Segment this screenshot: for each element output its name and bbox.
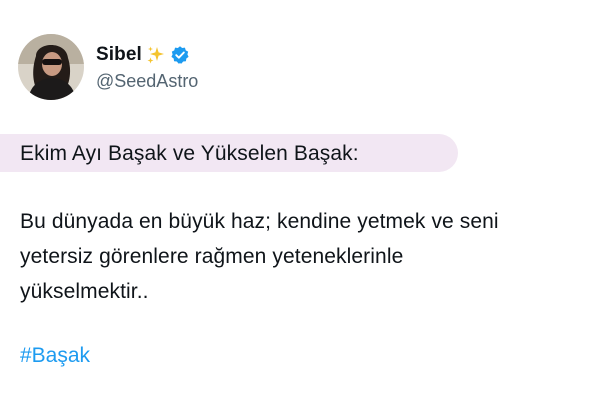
avatar[interactable] [18,34,84,100]
avatar-image [18,34,84,100]
verified-badge-icon[interactable] [170,45,190,65]
user-handle[interactable]: @SeedAstro [96,71,198,92]
tweet-header: Sibel @SeedAstro [18,34,198,100]
tweet-body-line-2: yetersiz görenlere rağmen yeteneklerinle [20,245,404,268]
tweet-body-line-1: Bu dünyada en büyük haz; kendine yetmek … [20,210,499,233]
hashtag-link[interactable]: #Başak [20,344,90,368]
user-names: Sibel @SeedAstro [96,43,198,92]
sparkles-icon [146,45,166,65]
name-row: Sibel [96,43,198,67]
tweet-card: Sibel @SeedAstro Ekim Ayı Başak ve Yükse… [0,0,595,407]
tweet-heading: Ekim Ayı Başak ve Yükselen Başak: [20,142,359,165]
display-name[interactable]: Sibel [96,44,142,66]
tweet-body-line-3: yükselmektir.. [20,280,149,303]
